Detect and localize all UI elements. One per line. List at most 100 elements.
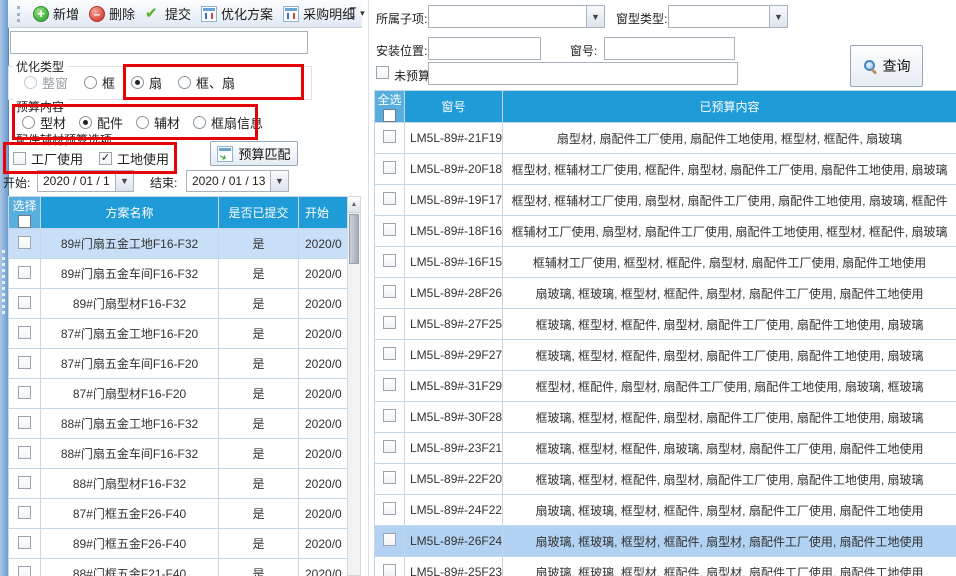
row-checkbox[interactable] [383,192,396,205]
radio-frame-sash[interactable]: 框、扇 [178,73,235,92]
radio-profile[interactable]: 型材 [22,113,66,132]
window-no-input[interactable] [604,37,735,60]
row-checkbox[interactable] [383,564,396,576]
plan-table-row[interactable]: 89#门扇五金车间F16-F32是2020/0 [9,259,348,289]
plan-table-row[interactable]: 88#门扇型材F16-F32是2020/0 [9,469,348,499]
budget-table-row[interactable]: LM5L-89#-22F20框玻璃, 框型材, 框配件, 扇型材, 扇配件工厂使… [375,464,956,495]
budget-table-row[interactable]: LM5L-89#-23F21框玻璃, 框型材, 框配件, 扇玻璃, 扇型材, 扇… [375,433,956,464]
opt-type-radios: 整窗框扇框、扇 [24,73,314,92]
plan-start-cell: 2020/0 [299,289,348,319]
row-checkbox[interactable] [18,326,31,339]
budget-table-row[interactable]: LM5L-89#-25F23扇玻璃, 框玻璃, 框型材, 框配件, 扇型材, 扇… [375,557,956,576]
row-checkbox[interactable] [383,347,396,360]
checkbox-site-use[interactable]: ✓工地使用 [99,149,169,168]
query-button[interactable]: 查询 [850,45,923,87]
row-checkbox[interactable] [383,471,396,484]
budget-match-button[interactable]: 预算匹配 [210,141,298,166]
row-checkbox[interactable] [18,236,31,249]
scroll-up-icon[interactable]: ▲ [348,197,360,213]
select-all-checkbox[interactable] [383,109,396,122]
plan-table-row[interactable]: 87#门框五金F26-F40是2020/0 [9,499,348,529]
budget-table-row[interactable]: LM5L-89#-29F27框玻璃, 框型材, 框配件, 扇型材, 扇配件工厂使… [375,340,956,371]
row-checkbox[interactable] [18,266,31,279]
chevron-down-icon[interactable]: ▼ [115,171,133,191]
select-all-checkbox[interactable] [18,215,31,228]
plan-filter-input[interactable] [10,31,308,54]
radio-auxiliary[interactable]: 辅材 [136,113,180,132]
row-checkbox[interactable] [383,223,396,236]
budget-table-row[interactable]: LM5L-89#-19F17框型材, 框辅材工厂使用, 扇型材, 扇配件工厂使用… [375,185,956,216]
start-date-picker[interactable]: 2020 / 01 / 1 ▼ [37,170,134,192]
optimize-plan-button[interactable]: 优化方案 [196,2,278,25]
row-checkbox[interactable] [383,130,396,143]
row-checkbox[interactable] [18,446,31,459]
row-checkbox[interactable] [383,502,396,515]
plan-table-row[interactable]: 87#门扇五金工地F16-F20是2020/0 [9,319,348,349]
budget-table-row[interactable]: LM5L-89#-24F22扇玻璃, 框玻璃, 框型材, 框配件, 扇型材, 扇… [375,495,956,526]
add-button[interactable]: 新增 [28,2,84,25]
chevron-down-icon[interactable]: ▾ [360,8,365,19]
chevron-down-icon[interactable]: ▼ [270,171,288,191]
window-no-cell: LM5L-89#-19F17 [405,185,503,216]
budgeted-content-cell: 框型材, 框辅材工厂使用, 扇型材, 扇配件工厂使用, 扇配件工地使用, 扇玻璃… [503,185,956,216]
budget-table-row[interactable]: LM5L-89#-27F25框玻璃, 框型材, 框配件, 扇型材, 扇配件工厂使… [375,309,956,340]
plan-table-row[interactable]: 88#门扇五金车间F16-F32是2020/0 [9,439,348,469]
radio-sash[interactable]: 扇 [131,73,162,92]
row-checkbox[interactable] [18,506,31,519]
radio-hardware[interactable]: 配件 [79,113,123,132]
toolbar-overflow-button[interactable]: ▔▾ [346,4,360,25]
radio-frame-sash-info[interactable]: 框扇信息 [193,113,263,132]
row-checkbox[interactable] [18,566,31,576]
row-checkbox[interactable] [18,296,31,309]
budget-table-row[interactable]: LM5L-89#-21F19扇型材, 扇配件工厂使用, 扇配件工地使用, 框型材… [375,123,956,154]
row-checkbox[interactable] [383,533,396,546]
radio-frame[interactable]: 框 [84,73,115,92]
row-checkbox[interactable] [383,409,396,422]
row-checkbox[interactable] [18,476,31,489]
plan-table-row[interactable]: 88#门扇五金工地F16-F32是2020/0 [9,409,348,439]
budget-table-row[interactable]: LM5L-89#-20F18框型材, 框辅材工厂使用, 框配件, 扇型材, 扇配… [375,154,956,185]
budget-table-row[interactable]: LM5L-89#-26F24扇玻璃, 框玻璃, 框型材, 框配件, 扇型材, 扇… [375,526,956,557]
budgeted-content-cell: 扇玻璃, 框玻璃, 框型材, 框配件, 扇型材, 扇配件工厂使用, 扇配件工地使… [503,557,956,576]
row-checkbox[interactable] [18,386,31,399]
spreadsheet-icon [201,6,217,22]
spreadsheet-icon [283,6,299,22]
no-budget-input[interactable] [428,62,738,85]
window-type-select[interactable]: ▼ [668,5,788,28]
plan-submitted-cell: 是 [219,319,299,349]
plan-table-row[interactable]: 87#门扇五金车间F16-F20是2020/0 [9,349,348,379]
row-checkbox[interactable] [383,440,396,453]
plan-table-row[interactable]: 88#门框五金F21-F40是2020/0 [9,559,348,576]
budget-table-row[interactable]: LM5L-89#-28F26扇玻璃, 框玻璃, 框型材, 框配件, 扇型材, 扇… [375,278,956,309]
delete-button[interactable]: 删除 [84,2,140,25]
budget-table-row[interactable]: LM5L-89#-18F16框辅材工厂使用, 扇型材, 扇配件工厂使用, 扇配件… [375,216,956,247]
scrollbar-thumb[interactable] [349,214,359,264]
toolbar-items: 新增删除提交优化方案采购明细▾ [28,2,370,25]
budget-table-row[interactable]: LM5L-89#-31F29框型材, 框配件, 扇型材, 扇配件工厂使用, 扇配… [375,371,956,402]
sub-item-select[interactable]: ▼ [428,5,605,28]
budget-table-row[interactable]: LM5L-89#-16F15框辅材工厂使用, 框型材, 框配件, 扇型材, 扇配… [375,247,956,278]
row-checkbox[interactable] [18,536,31,549]
plan-table-row[interactable]: 89#门框五金F26-F40是2020/0 [9,529,348,559]
chevron-down-icon[interactable]: ▼ [586,6,604,27]
budget-table-row[interactable]: LM5L-89#-30F28框玻璃, 框型材, 框配件, 扇型材, 扇配件工厂使… [375,402,956,433]
row-checkbox[interactable] [383,378,396,391]
install-position-input[interactable] [428,37,541,60]
plan-table-row[interactable]: 89#门扇五金工地F16-F32是2020/0 [9,229,348,259]
window-no-cell: LM5L-89#-18F16 [405,216,503,247]
plan-table-row[interactable]: 87#门扇型材F16-F20是2020/0 [9,379,348,409]
row-checkbox[interactable] [383,316,396,329]
submit-button[interactable]: 提交 [140,2,196,25]
plan-table-scrollbar[interactable]: ▲ [347,196,361,576]
plan-table-row[interactable]: 89#门扇型材F16-F32是2020/0 [9,289,348,319]
checkbox-factory-use[interactable]: 工厂使用 [13,149,83,168]
row-checkbox[interactable] [383,285,396,298]
end-date-picker[interactable]: 2020 / 01 / 13 ▼ [186,170,289,192]
row-checkbox[interactable] [383,161,396,174]
row-checkbox[interactable] [18,356,31,369]
window-no-cell: LM5L-89#-26F24 [405,526,503,557]
row-checkbox[interactable] [18,416,31,429]
row-checkbox[interactable] [383,254,396,267]
chevron-down-icon[interactable]: ▼ [769,6,787,27]
no-budget-checkbox[interactable] [376,66,389,79]
